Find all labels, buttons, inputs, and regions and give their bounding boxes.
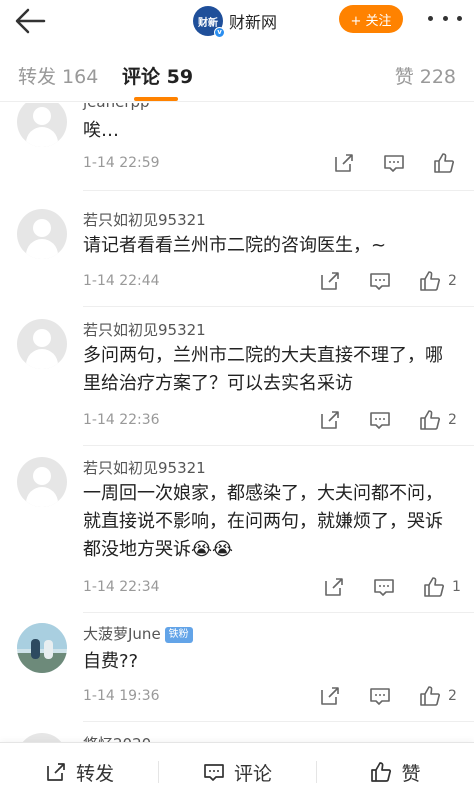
commenter-name[interactable]: jeanerpp bbox=[83, 103, 150, 111]
commenter-name[interactable]: 大菠萝June 铁粉 bbox=[83, 623, 193, 644]
verified-icon: v bbox=[214, 27, 225, 38]
follow-button[interactable]: + 关注 bbox=[339, 5, 403, 33]
avatar[interactable] bbox=[17, 209, 67, 259]
like-count: 2 bbox=[448, 273, 457, 289]
like-icon[interactable] bbox=[422, 575, 446, 599]
repost-icon[interactable] bbox=[332, 151, 356, 175]
repost-label: 转发 bbox=[75, 762, 114, 785]
comment-icon[interactable] bbox=[368, 684, 392, 708]
like-count: 2 bbox=[448, 688, 457, 704]
like-button[interactable]: 赞 bbox=[316, 743, 474, 800]
avatar[interactable] bbox=[17, 319, 67, 369]
avatar[interactable] bbox=[17, 103, 67, 147]
back-arrow-icon[interactable] bbox=[10, 4, 50, 38]
like-icon[interactable] bbox=[418, 408, 442, 432]
brand-name[interactable]: 财新网 bbox=[229, 9, 277, 33]
repost-icon[interactable] bbox=[322, 575, 346, 599]
commenter-name[interactable]: 若只如初见95321 bbox=[83, 319, 206, 340]
divider bbox=[83, 190, 474, 191]
comment-button[interactable]: 评论 bbox=[158, 743, 316, 800]
commenter-name[interactable]: 若只如初见95321 bbox=[83, 457, 206, 478]
comment-text: 自费?? bbox=[83, 651, 139, 672]
tab-likes[interactable]: 赞 228 bbox=[395, 62, 456, 89]
comment-text: 一周回一次娘家，都感染了，大夫问都不问，就直接说不影响，在问两句，就嫌烦了，哭诉… bbox=[83, 483, 443, 560]
comment-time: 1-14 22:34 bbox=[83, 579, 160, 595]
active-tab-indicator bbox=[134, 97, 178, 101]
bottom-action-bar: 转发 评论 赞 bbox=[0, 742, 474, 800]
repost-icon[interactable] bbox=[318, 408, 342, 432]
like-icon[interactable] bbox=[418, 684, 442, 708]
divider bbox=[83, 445, 474, 446]
comment-time: 1-14 22:36 bbox=[83, 412, 160, 428]
comment-text: 多问两句，兰州市二院的大夫直接不理了，哪里给治疗方案了？可以去实名采访 bbox=[83, 345, 443, 394]
more-options-icon[interactable] bbox=[428, 8, 462, 28]
like-count: 2 bbox=[448, 412, 457, 428]
brand-avatar[interactable]: 财新 v bbox=[193, 6, 225, 38]
like-icon[interactable] bbox=[432, 151, 456, 175]
repost-button[interactable]: 转发 bbox=[0, 743, 158, 800]
comment-time: 1-14 19:36 bbox=[83, 688, 160, 704]
like-icon[interactable] bbox=[418, 269, 442, 293]
account-brand[interactable]: 财新 v 财新网 bbox=[193, 4, 277, 38]
comment-time: 1-14 22:59 bbox=[83, 155, 160, 171]
comment-label: 评论 bbox=[233, 762, 272, 785]
comment-text: 唉… bbox=[83, 120, 119, 141]
comment-text: 请记者看看兰州市二院的咨询医生，~ bbox=[83, 235, 387, 256]
divider bbox=[83, 612, 474, 613]
comment-icon[interactable] bbox=[368, 269, 392, 293]
comment-icon bbox=[204, 764, 224, 781]
divider bbox=[83, 306, 474, 307]
comment-time: 1-14 22:44 bbox=[83, 273, 160, 289]
comment-icon[interactable] bbox=[382, 151, 406, 175]
fan-badge: 铁粉 bbox=[164, 627, 193, 643]
comment-icon[interactable] bbox=[372, 575, 396, 599]
like-label: 赞 bbox=[401, 762, 421, 785]
tab-reposts[interactable]: 转发 164 bbox=[18, 62, 98, 89]
repost-icon[interactable] bbox=[318, 269, 342, 293]
avatar[interactable] bbox=[17, 623, 67, 673]
comment-list[interactable]: jeanerpp 唉… 1-14 22:59 若只如初见95321 请记者看看兰… bbox=[0, 103, 474, 743]
like-count: 1 bbox=[452, 579, 461, 595]
divider bbox=[83, 721, 474, 722]
comment-icon[interactable] bbox=[368, 408, 392, 432]
commenter-name[interactable]: 若只如初见95321 bbox=[83, 209, 206, 230]
like-icon bbox=[371, 762, 392, 782]
avatar[interactable] bbox=[17, 457, 67, 507]
top-bar: 财新 v 财新网 + 关注 bbox=[0, 0, 474, 44]
repost-icon[interactable] bbox=[318, 684, 342, 708]
tab-bar: 转发 164 评论 59 赞 228 bbox=[0, 44, 474, 102]
repost-icon bbox=[47, 763, 65, 781]
